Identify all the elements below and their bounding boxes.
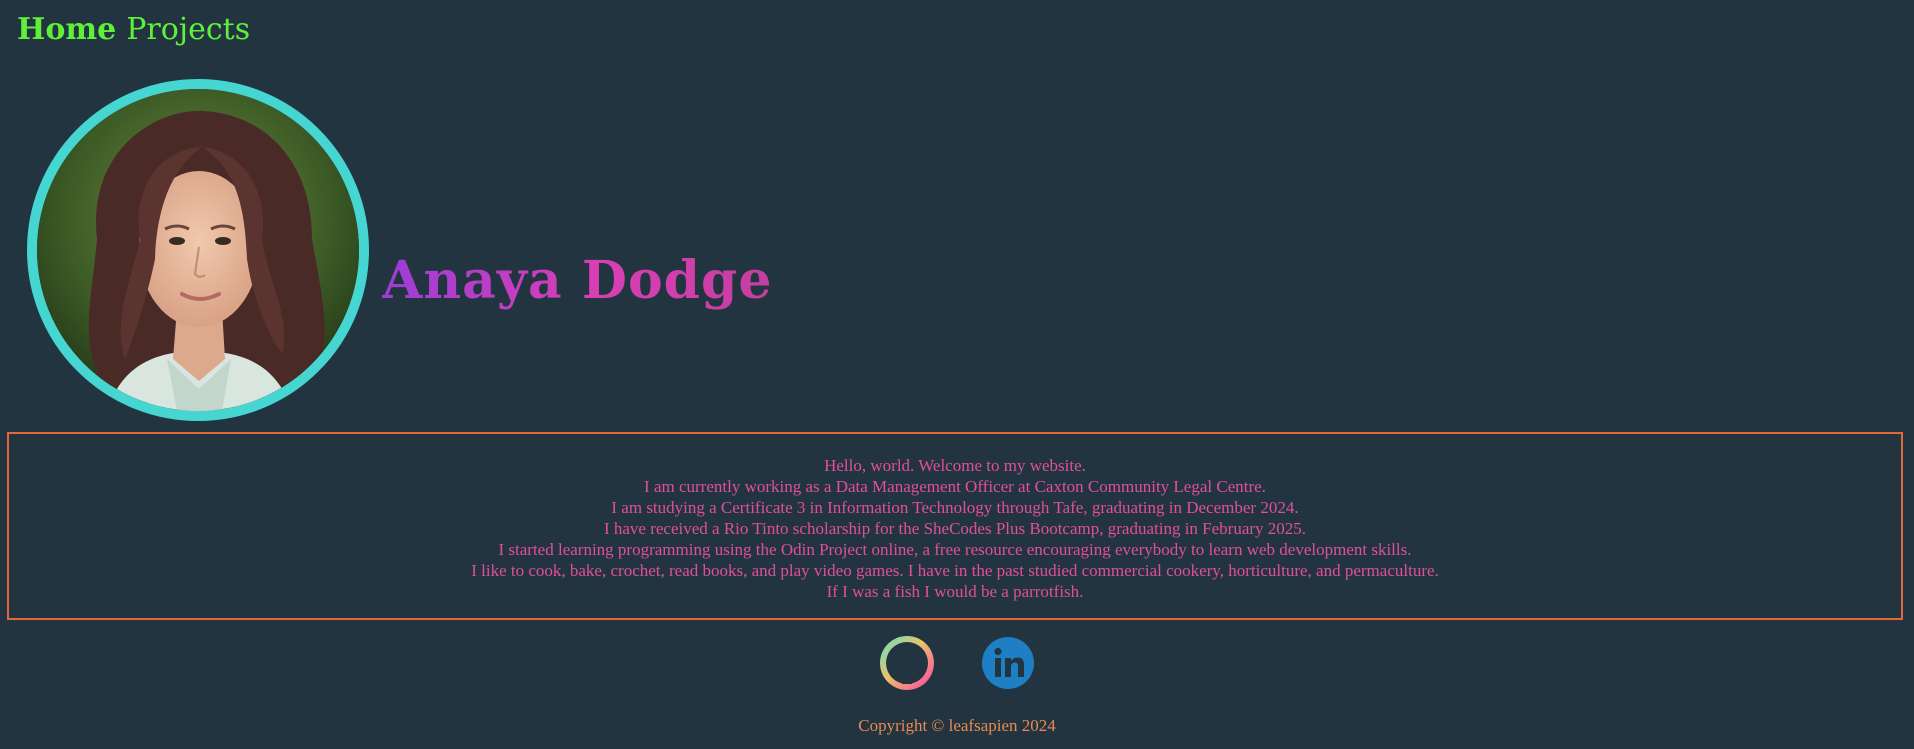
- page: Home Projects Anaya Dodge Hello, world. …: [0, 0, 1914, 749]
- intro-box: Hello, world. Welcome to my website. I a…: [7, 432, 1903, 620]
- nav-home-link[interactable]: Home: [17, 10, 116, 50]
- profile-name: Anaya Dodge: [382, 247, 772, 315]
- social-links: [879, 635, 1036, 691]
- intro-line: If I was a fish I would be a parrotfish.: [826, 581, 1084, 601]
- intro-line: I have received a Rio Tinto scholarship …: [603, 518, 1307, 538]
- intro-line: Hello, world. Welcome to my website.: [824, 455, 1086, 475]
- avatar-portrait: [37, 89, 359, 411]
- avatar: [27, 79, 369, 421]
- nav-projects-link[interactable]: Projects: [126, 10, 250, 50]
- github-icon: [880, 636, 934, 690]
- github-link[interactable]: [879, 635, 935, 691]
- intro-line: I am studying a Certificate 3 in Informa…: [611, 497, 1299, 517]
- footer-copyright: Copyright © leafsapien 2024: [858, 716, 1056, 735]
- intro-line: I like to cook, bake, crochet, read book…: [471, 560, 1439, 580]
- top-nav: Home Projects: [17, 10, 250, 50]
- linkedin-icon: [982, 637, 1034, 689]
- intro-line: I am currently working as a Data Managem…: [644, 476, 1266, 496]
- linkedin-link[interactable]: [980, 635, 1036, 691]
- intro-line: I started learning programming using the…: [498, 539, 1412, 559]
